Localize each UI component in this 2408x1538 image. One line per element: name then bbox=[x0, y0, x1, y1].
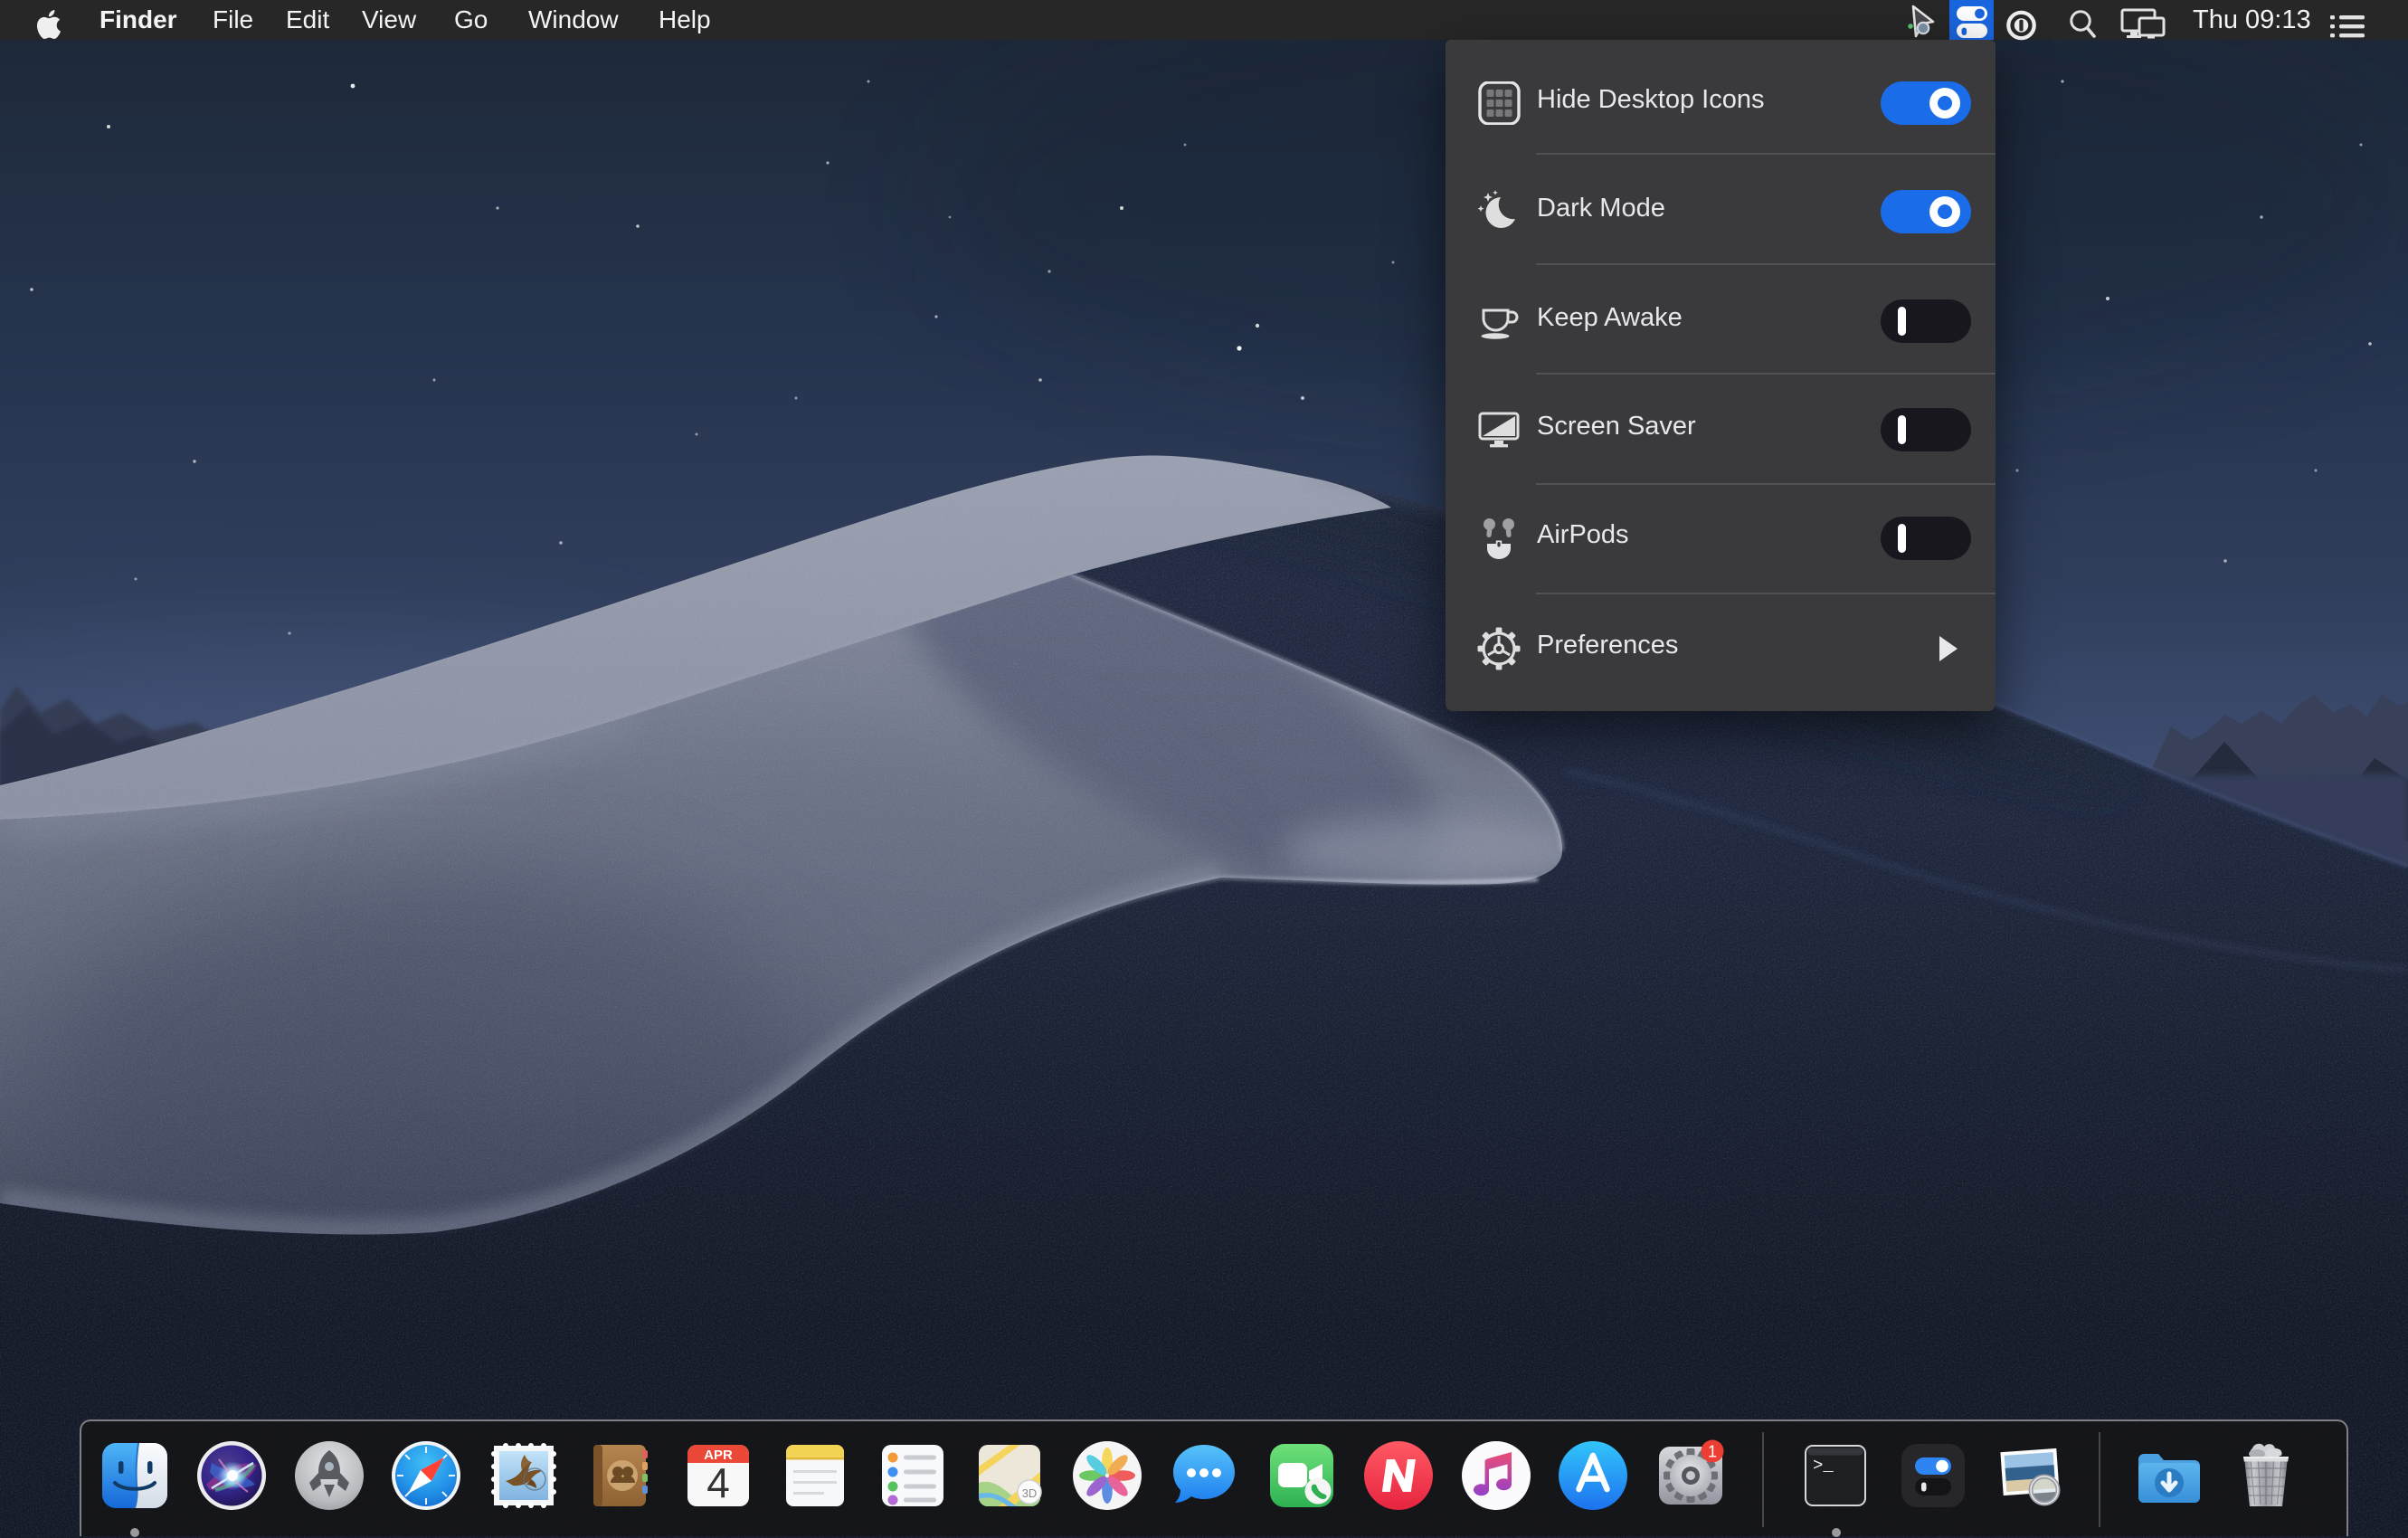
svg-text:>_: >_ bbox=[1813, 1456, 1834, 1476]
svg-text:3D: 3D bbox=[1022, 1486, 1038, 1500]
svg-text:1: 1 bbox=[1708, 1443, 1717, 1461]
svg-text:4: 4 bbox=[706, 1459, 730, 1506]
